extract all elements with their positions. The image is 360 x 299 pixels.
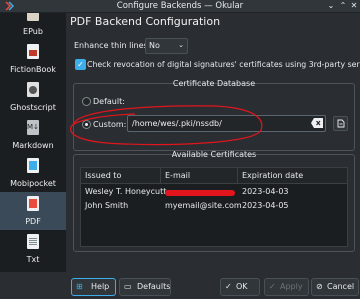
apply-button[interactable]: ✓ Apply [264,278,309,296]
window-titlebar: Configure Backends — Okular ⌄ ⌃ ✕ [0,0,360,13]
document-icon: ▭ [124,282,132,291]
chevron-down-icon: ⌄ [327,1,335,10]
red-annotation-circle [70,105,263,146]
available-certificates-title: Available Certificates [171,150,257,159]
enhance-thin-lines-label: Enhance thin lines: [74,41,151,50]
certificate-database-title: Certificate Database [172,79,256,88]
sidebar-item-label: Mobipocket [10,179,56,188]
text-document-icon [27,234,39,249]
column-header-email[interactable]: E-mail [165,171,190,180]
email-cell: myemail@site.com [165,201,242,210]
sidebar-item-txt[interactable]: Txt [0,230,66,268]
sidebar-item-fictionbook[interactable]: FictionBook [0,40,66,78]
maximize-button[interactable]: ⌃ [338,1,348,11]
sidebar-item-ghostscript[interactable]: Ghostscript [0,78,66,116]
column-header-issued-to[interactable]: Issued to [85,171,121,180]
redaction-mark [165,190,235,196]
sidebar-item-label: FictionBook [10,65,56,74]
sidebar-item-label: Txt [26,255,40,264]
revocation-label: Check revocation of digital signatures' … [87,60,360,69]
certificate-database-group: Certificate Database Default: Custom: [70,79,355,151]
page-title: PDF Backend Configuration [70,15,221,28]
revocation-checkbox[interactable]: ✓ [75,59,86,70]
expiration-cell: 2023-04-03 [242,187,289,196]
chevron-down-icon: ⌄ [178,41,184,49]
defaults-button[interactable]: ▭ Defaults [119,278,171,296]
cancel-icon: ⊘ [316,282,323,291]
checkmark-icon: ✓ [225,282,232,291]
epub-document-icon [27,13,39,21]
sidebar-item-label: Markdown [12,141,54,150]
sidebar-item-label: EPub [23,27,43,36]
sidebar-item-label: PDF [25,217,41,226]
help-button[interactable]: ⊞ Help [71,278,116,296]
table-header: Issued to E-mail Expiration date [81,168,347,184]
backend-config-panel: PDF Backend Configuration Enhance thin l… [68,13,360,272]
column-header-expiration[interactable]: Expiration date [242,171,303,180]
enhance-thin-lines-value: No [149,41,160,50]
help-icon: ⊞ [76,282,83,291]
close-icon: ✕ [350,1,358,10]
sidebar-item-label: Ghostscript [10,103,56,112]
clear-text-icon[interactable] [311,118,323,128]
ok-button[interactable]: ✓ OK [220,278,260,296]
available-certificates-group: Available Certificates Issued to E-mail … [73,150,355,252]
sidebar-item-mobipocket[interactable]: Mobipocket [0,154,66,192]
window-title: Configure Backends — Okular [116,1,244,11]
fictionbook-document-icon [27,44,39,59]
table-row[interactable]: Wesley T. Honeycutt 2023-04-03 [81,187,347,199]
table-row[interactable]: John Smith myemail@site.com 2023-04-05 [81,201,347,213]
enhance-thin-lines-select[interactable]: No ⌄ [145,38,188,54]
ghostscript-document-icon [27,82,39,97]
chevron-up-icon: ⌃ [339,1,347,10]
expiration-cell: 2023-04-05 [242,201,289,210]
certificates-table: Issued to E-mail Expiration date Wesley … [80,167,348,247]
open-file-icon [337,119,345,128]
cancel-button[interactable]: ⊘ Cancel [311,278,359,296]
issued-to-cell: Wesley T. Honeycutt [85,187,167,196]
checkmark-icon: ✓ [269,282,276,291]
sidebar-item-epub[interactable]: EPub [0,13,66,40]
mobipocket-document-icon [27,158,39,173]
dialog-button-bar: ⊞ Help ▭ Defaults ✓ OK ✓ Apply ⊘ Cancel [0,274,360,299]
pdf-document-icon [27,196,39,211]
sidebar-item-pdf[interactable]: PDF [0,192,66,230]
backend-list: EPub FictionBook Ghostscript M↓ Markdown… [0,13,66,272]
minimize-button[interactable]: ⌄ [326,1,336,11]
markdown-document-icon: M↓ [27,120,39,135]
sidebar-item-markdown[interactable]: M↓ Markdown [0,116,66,154]
browse-folder-button[interactable] [333,116,348,131]
close-window-button[interactable]: ✕ [349,1,359,11]
issued-to-cell: John Smith [85,201,129,210]
